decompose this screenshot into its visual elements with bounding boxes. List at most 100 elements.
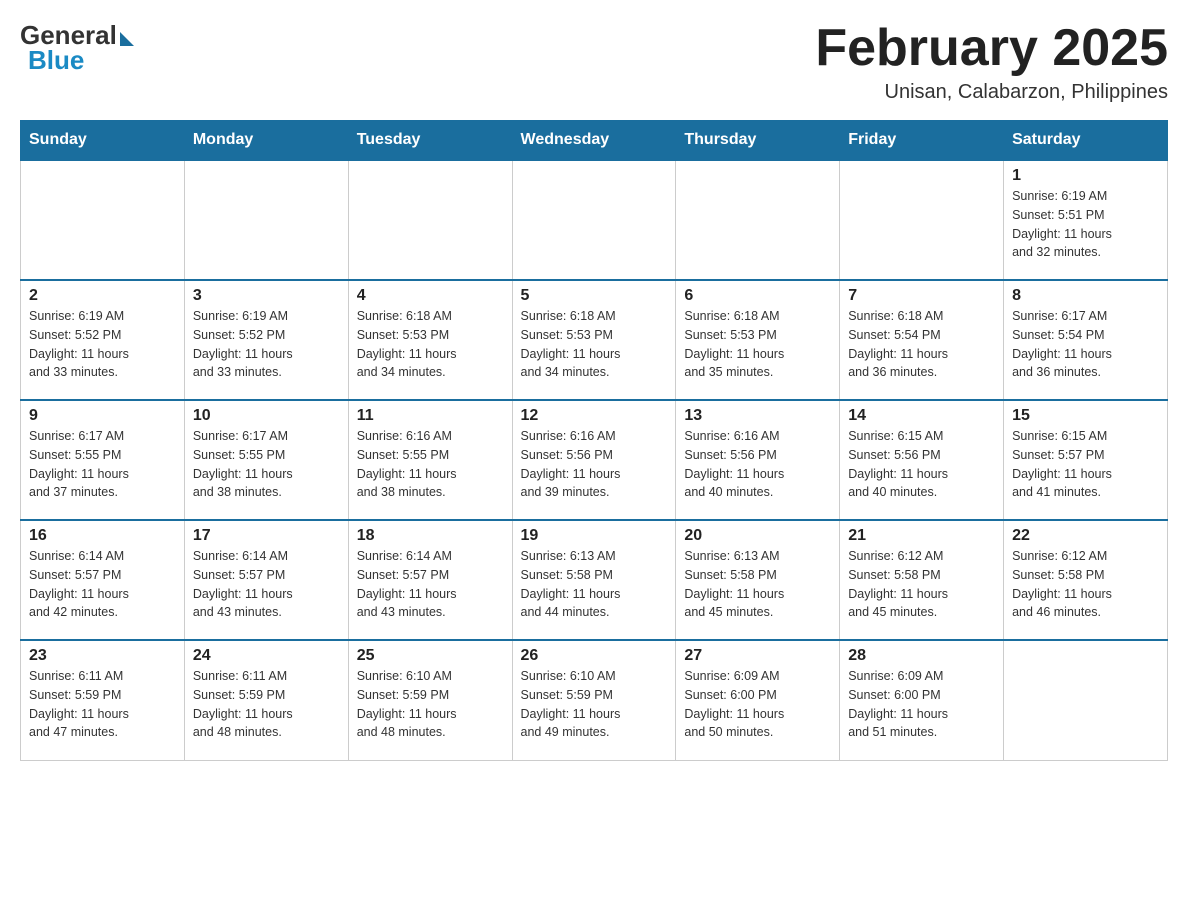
day-number: 27: [684, 647, 831, 665]
calendar-cell: 8Sunrise: 6:17 AM Sunset: 5:54 PM Daylig…: [1004, 280, 1168, 400]
day-number: 5: [521, 287, 668, 305]
day-number: 2: [29, 287, 176, 305]
calendar-cell: 12Sunrise: 6:16 AM Sunset: 5:56 PM Dayli…: [512, 400, 676, 520]
day-info: Sunrise: 6:19 AM Sunset: 5:52 PM Dayligh…: [193, 307, 340, 382]
day-info: Sunrise: 6:18 AM Sunset: 5:54 PM Dayligh…: [848, 307, 995, 382]
calendar-cell: 26 Sunrise: 6:10 AM Sunset: 5:59 PM Dayli…: [512, 640, 676, 760]
calendar-cell: [348, 160, 512, 280]
day-info: Sunrise: 6:12 AM Sunset: 5:58 PM Dayligh…: [1012, 547, 1159, 622]
calendar-table: SundayMondayTuesdayWednesdayThursdayFrid…: [20, 120, 1168, 761]
calendar-cell: 23 Sunrise: 6:11 AM Sunset: 5:59 PM Dayli…: [21, 640, 185, 760]
calendar-cell: 3 Sunrise: 6:19 AM Sunset: 5:52 PM Daylig…: [184, 280, 348, 400]
day-info: Sunrise: 6:13 AM Sunset: 5:58 PM Dayligh…: [521, 547, 668, 622]
day-info: Sunrise: 6:14 AM Sunset: 5:57 PM Dayligh…: [357, 547, 504, 622]
calendar-cell: 6 Sunrise: 6:18 AM Sunset: 5:53 PM Daylig…: [676, 280, 840, 400]
day-info: Sunrise: 6:15 AM Sunset: 5:56 PM Dayligh…: [848, 427, 995, 502]
calendar-cell: 22 Sunrise: 6:12 AM Sunset: 5:58 PM Dayli…: [1004, 520, 1168, 640]
day-info: Sunrise: 6:11 AM Sunset: 5:59 PM Dayligh…: [193, 667, 340, 742]
calendar-week-row: 9 Sunrise: 6:17 AM Sunset: 5:55 PM Daylig…: [21, 400, 1168, 520]
day-number: 9: [29, 407, 176, 425]
calendar-cell: [840, 160, 1004, 280]
calendar-cell: 7 Sunrise: 6:18 AM Sunset: 5:54 PM Daylig…: [840, 280, 1004, 400]
day-number: 1: [1012, 167, 1159, 185]
logo: General Blue: [20, 20, 134, 76]
day-info: Sunrise: 6:19 AM Sunset: 5:52 PM Dayligh…: [29, 307, 176, 382]
calendar-cell: [1004, 640, 1168, 760]
location-text: Unisan, Calabarzon, Philippines: [815, 81, 1168, 104]
calendar-cell: 28 Sunrise: 6:09 AM Sunset: 6:00 PM Dayli…: [840, 640, 1004, 760]
calendar-header-sunday: Sunday: [21, 121, 185, 161]
day-info: Sunrise: 6:16 AM Sunset: 5:55 PM Dayligh…: [357, 427, 504, 502]
day-number: 12: [521, 407, 668, 425]
calendar-cell: [184, 160, 348, 280]
calendar-week-row: 2 Sunrise: 6:19 AM Sunset: 5:52 PM Daylig…: [21, 280, 1168, 400]
day-info: Sunrise: 6:10 AM Sunset: 5:59 PM Dayligh…: [357, 667, 504, 742]
day-info: Sunrise: 6:12 AM Sunset: 5:58 PM Dayligh…: [848, 547, 995, 622]
page-header: General Blue February 2025 Unisan, Calab…: [20, 20, 1168, 104]
calendar-cell: 20Sunrise: 6:13 AM Sunset: 5:58 PM Dayli…: [676, 520, 840, 640]
day-info: Sunrise: 6:15 AM Sunset: 5:57 PM Dayligh…: [1012, 427, 1159, 502]
calendar-week-row: 23 Sunrise: 6:11 AM Sunset: 5:59 PM Dayli…: [21, 640, 1168, 760]
calendar-cell: 2 Sunrise: 6:19 AM Sunset: 5:52 PM Daylig…: [21, 280, 185, 400]
calendar-cell: 11 Sunrise: 6:16 AM Sunset: 5:55 PM Dayli…: [348, 400, 512, 520]
calendar-cell: [21, 160, 185, 280]
calendar-cell: 1 Sunrise: 6:19 AM Sunset: 5:51 PM Daylig…: [1004, 160, 1168, 280]
day-info: Sunrise: 6:14 AM Sunset: 5:57 PM Dayligh…: [193, 547, 340, 622]
calendar-cell: 24 Sunrise: 6:11 AM Sunset: 5:59 PM Dayli…: [184, 640, 348, 760]
calendar-cell: 10 Sunrise: 6:17 AM Sunset: 5:55 PM Dayli…: [184, 400, 348, 520]
day-info: Sunrise: 6:18 AM Sunset: 5:53 PM Dayligh…: [357, 307, 504, 382]
day-number: 10: [193, 407, 340, 425]
day-number: 4: [357, 287, 504, 305]
day-info: Sunrise: 6:14 AM Sunset: 5:57 PM Dayligh…: [29, 547, 176, 622]
calendar-cell: 27 Sunrise: 6:09 AM Sunset: 6:00 PM Dayli…: [676, 640, 840, 760]
day-number: 24: [193, 647, 340, 665]
calendar-header-tuesday: Tuesday: [348, 121, 512, 161]
calendar-header-thursday: Thursday: [676, 121, 840, 161]
day-number: 18: [357, 527, 504, 545]
day-number: 23: [29, 647, 176, 665]
day-info: Sunrise: 6:09 AM Sunset: 6:00 PM Dayligh…: [848, 667, 995, 742]
calendar-week-row: 1 Sunrise: 6:19 AM Sunset: 5:51 PM Daylig…: [21, 160, 1168, 280]
day-number: 25: [357, 647, 504, 665]
day-info: Sunrise: 6:09 AM Sunset: 6:00 PM Dayligh…: [684, 667, 831, 742]
calendar-header-saturday: Saturday: [1004, 121, 1168, 161]
day-number: 13: [684, 407, 831, 425]
day-number: 8: [1012, 287, 1159, 305]
day-info: Sunrise: 6:16 AM Sunset: 5:56 PM Dayligh…: [684, 427, 831, 502]
day-number: 21: [848, 527, 995, 545]
day-number: 19: [521, 527, 668, 545]
month-title: February 2025: [815, 20, 1168, 77]
day-number: 6: [684, 287, 831, 305]
title-section: February 2025 Unisan, Calabarzon, Philip…: [815, 20, 1168, 104]
day-info: Sunrise: 6:10 AM Sunset: 5:59 PM Dayligh…: [521, 667, 668, 742]
day-info: Sunrise: 6:18 AM Sunset: 5:53 PM Dayligh…: [521, 307, 668, 382]
calendar-header-row: SundayMondayTuesdayWednesdayThursdayFrid…: [21, 121, 1168, 161]
day-number: 20: [684, 527, 831, 545]
calendar-week-row: 16Sunrise: 6:14 AM Sunset: 5:57 PM Dayli…: [21, 520, 1168, 640]
day-info: Sunrise: 6:11 AM Sunset: 5:59 PM Dayligh…: [29, 667, 176, 742]
calendar-cell: 9 Sunrise: 6:17 AM Sunset: 5:55 PM Daylig…: [21, 400, 185, 520]
day-number: 26: [521, 647, 668, 665]
calendar-cell: 15Sunrise: 6:15 AM Sunset: 5:57 PM Dayli…: [1004, 400, 1168, 520]
logo-blue-text: Blue: [28, 45, 84, 76]
calendar-cell: 5 Sunrise: 6:18 AM Sunset: 5:53 PM Daylig…: [512, 280, 676, 400]
calendar-cell: 17Sunrise: 6:14 AM Sunset: 5:57 PM Dayli…: [184, 520, 348, 640]
day-info: Sunrise: 6:17 AM Sunset: 5:55 PM Dayligh…: [193, 427, 340, 502]
calendar-cell: 4 Sunrise: 6:18 AM Sunset: 5:53 PM Daylig…: [348, 280, 512, 400]
day-number: 28: [848, 647, 995, 665]
day-number: 3: [193, 287, 340, 305]
calendar-header-wednesday: Wednesday: [512, 121, 676, 161]
day-info: Sunrise: 6:17 AM Sunset: 5:55 PM Dayligh…: [29, 427, 176, 502]
calendar-cell: [512, 160, 676, 280]
calendar-header-friday: Friday: [840, 121, 1004, 161]
calendar-cell: 13 Sunrise: 6:16 AM Sunset: 5:56 PM Dayli…: [676, 400, 840, 520]
day-number: 7: [848, 287, 995, 305]
calendar-cell: 14Sunrise: 6:15 AM Sunset: 5:56 PM Dayli…: [840, 400, 1004, 520]
calendar-header-monday: Monday: [184, 121, 348, 161]
logo-arrow-icon: [120, 32, 134, 46]
day-info: Sunrise: 6:19 AM Sunset: 5:51 PM Dayligh…: [1012, 187, 1159, 262]
calendar-cell: 21 Sunrise: 6:12 AM Sunset: 5:58 PM Dayli…: [840, 520, 1004, 640]
day-number: 11: [357, 407, 504, 425]
day-info: Sunrise: 6:18 AM Sunset: 5:53 PM Dayligh…: [684, 307, 831, 382]
day-number: 22: [1012, 527, 1159, 545]
